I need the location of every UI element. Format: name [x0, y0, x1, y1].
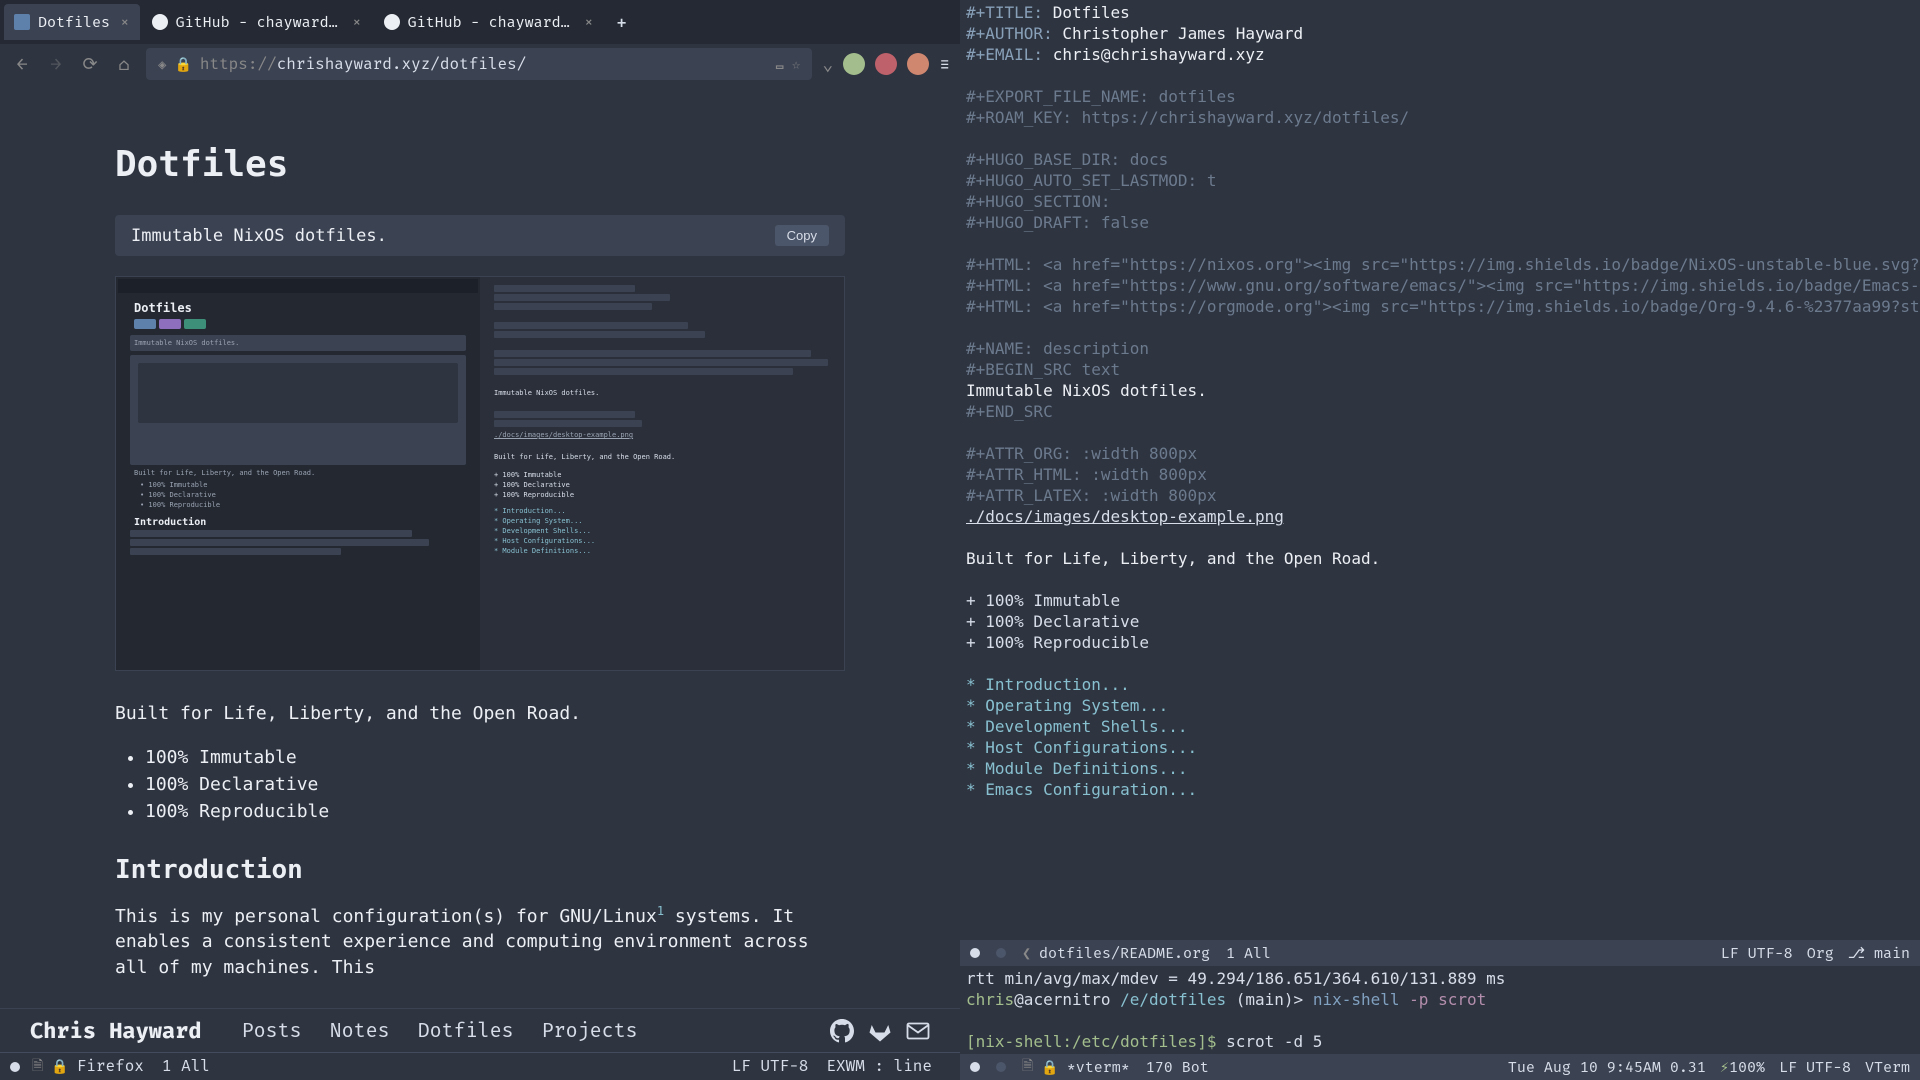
list-item: 100% Declarative [145, 771, 845, 798]
favicon-icon [152, 14, 168, 30]
nav-projects[interactable]: Projects [542, 1019, 638, 1043]
encoding: LF UTF-8 [1779, 1058, 1851, 1076]
encoding: LF UTF-8 [732, 1057, 809, 1076]
tab-github-2[interactable]: GitHub - chayward1/dotf × [374, 4, 604, 40]
url-bar: ← → ⟳ ⌂ ◈ 🔒 https://chrishayward.xyz/dot… [0, 44, 960, 84]
lock-icon: 🔒 [1041, 1059, 1058, 1076]
time: Tue Aug 10 9:45AM 0.31 [1508, 1058, 1706, 1076]
page-title: Dotfiles [115, 144, 845, 185]
feature-list: 100% Immutable 100% Declarative 100% Rep… [145, 744, 845, 825]
battery: 100% [1729, 1058, 1765, 1076]
position: 170 Bot [1146, 1058, 1209, 1076]
close-tab-icon[interactable]: × [584, 13, 594, 32]
tab-bar: Dotfiles × GitHub - chayward1/dotf × Git… [0, 0, 960, 44]
browser-window: Dotfiles × GitHub - chayward1/dotf × Git… [0, 0, 960, 1080]
tagline: Built for Life, Liberty, and the Open Ro… [115, 701, 845, 726]
position: 1 All [162, 1057, 210, 1076]
address-bar[interactable]: ◈ 🔒 https://chrishayward.xyz/dotfiles/ ▭… [146, 48, 812, 80]
chevron-left-icon: ❮ [1022, 944, 1031, 962]
position: 1 All [1226, 944, 1271, 962]
site-nav: Chris Hayward Posts Notes Dotfiles Proje… [0, 1008, 960, 1052]
buffer-name: dotfiles/README.org [1039, 944, 1210, 962]
state-dot-icon [996, 1062, 1006, 1072]
github-icon[interactable] [830, 1019, 854, 1043]
url-text: https://chrishayward.xyz/dotfiles/ [200, 55, 768, 74]
mode: Org [1807, 944, 1834, 962]
nav-notes[interactable]: Notes [330, 1019, 390, 1043]
close-tab-icon[interactable]: × [120, 13, 130, 32]
encoding: LF UTF-8 [1721, 944, 1793, 962]
file-icon: 🗎 [32, 1055, 43, 1079]
tab-dotfiles[interactable]: Dotfiles × [4, 4, 140, 40]
code-text: Immutable NixOS dotfiles. [131, 226, 775, 246]
screenshot-image: Dotfiles Immutable NixOS dotfiles. Built… [115, 276, 845, 671]
favicon-icon [14, 14, 30, 30]
reload-button[interactable]: ⟳ [78, 52, 102, 76]
close-tab-icon[interactable]: × [352, 13, 362, 32]
favicon-icon [384, 14, 400, 30]
forward-button[interactable]: → [44, 52, 68, 76]
back-button[interactable]: ← [10, 52, 34, 76]
list-item: 100% Reproducible [145, 798, 845, 825]
lock-icon: 🔒 [51, 1058, 68, 1075]
state-dot-icon [970, 1062, 980, 1072]
modeline-left: 🗎 🔒 Firefox 1 All LF UTF-8 EXWM : line [0, 1052, 960, 1080]
emacs-window: #+TITLE: Dotfiles #+AUTHOR: Christopher … [960, 0, 1920, 1080]
battery-icon: ⚡ [1720, 1058, 1729, 1076]
tab-github-1[interactable]: GitHub - chayward1/dotf × [142, 4, 372, 40]
extension-2-icon[interactable] [875, 53, 897, 75]
editor-modeline: ❮ dotfiles/README.org 1 All LF UTF-8 Org… [960, 940, 1920, 966]
pocket-icon[interactable]: ⌄ [822, 53, 833, 75]
org-editor[interactable]: #+TITLE: Dotfiles #+AUTHOR: Christopher … [960, 0, 1920, 940]
state-dot-icon [10, 1062, 20, 1072]
reader-icon[interactable]: ▭ [776, 56, 784, 73]
extension-1-icon[interactable] [843, 53, 865, 75]
home-button[interactable]: ⌂ [112, 52, 136, 76]
branch: ⎇ main [1848, 944, 1910, 962]
brand-link[interactable]: Chris Hayward [30, 1017, 202, 1044]
extension-3-icon[interactable] [907, 53, 929, 75]
buffer-name: Firefox [77, 1057, 144, 1076]
terminal[interactable]: rtt min/avg/max/mdev = 49.294/186.651/36… [960, 966, 1920, 1054]
buffer-name: *vterm* [1067, 1058, 1130, 1076]
email-icon[interactable] [906, 1019, 930, 1043]
copy-button[interactable]: Copy [775, 225, 829, 246]
list-item: 100% Immutable [145, 744, 845, 771]
lock-icon: 🔒 [174, 56, 191, 73]
mode: VTerm [1865, 1058, 1910, 1076]
mode: EXWM : line [826, 1057, 932, 1076]
file-icon: 🗎 [1022, 1055, 1033, 1079]
nav-dotfiles[interactable]: Dotfiles [418, 1019, 514, 1043]
page-content: Dotfiles Immutable NixOS dotfiles. Copy … [0, 84, 960, 1008]
hamburger-menu-icon[interactable]: ≡ [939, 53, 950, 75]
code-block: Immutable NixOS dotfiles. Copy [115, 215, 845, 256]
term-modeline: 🗎 🔒 *vterm* 170 Bot Tue Aug 10 9:45AM 0.… [960, 1054, 1920, 1080]
gitlab-icon[interactable] [868, 1019, 892, 1043]
shield-icon: ◈ [158, 56, 166, 73]
tab-title: GitHub - chayward1/dotf [176, 13, 342, 31]
tab-title: GitHub - chayward1/dotf [408, 13, 574, 31]
nav-posts[interactable]: Posts [242, 1019, 302, 1043]
state-dot-icon [970, 948, 980, 958]
tab-title: Dotfiles [38, 13, 110, 31]
intro-paragraph: This is my personal configuration(s) for… [115, 903, 845, 980]
state-dot-icon [996, 948, 1006, 958]
bookmark-icon[interactable]: ☆ [792, 56, 800, 73]
new-tab-button[interactable]: + [606, 9, 638, 36]
intro-heading: Introduction [115, 855, 845, 885]
